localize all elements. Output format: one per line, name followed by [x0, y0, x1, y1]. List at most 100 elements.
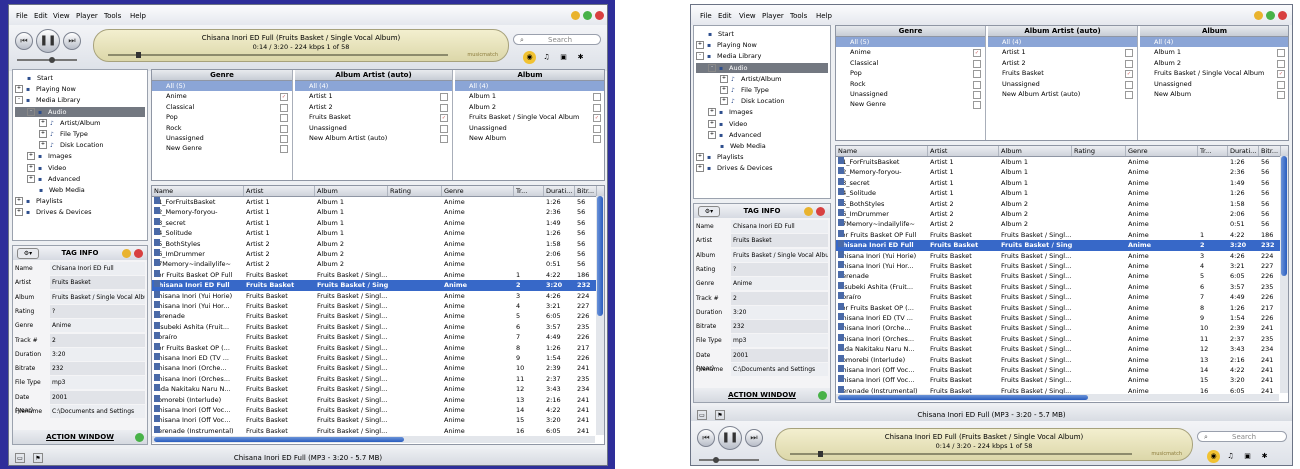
browser-item[interactable]: Rock [836, 79, 985, 89]
checkbox[interactable]: ✓ [440, 114, 448, 123]
vertical-scrollbar[interactable] [596, 196, 604, 435]
tree-item[interactable]: ▪ Web Media [15, 185, 145, 195]
table-row[interactable]: Tada Nakitaku Naru N... Fruits Basket Frui… [152, 384, 598, 394]
maximize-button[interactable] [1266, 11, 1275, 20]
browser-item[interactable]: Classical [152, 102, 292, 112]
horizontal-scrollbar[interactable] [152, 436, 595, 443]
tree-item[interactable]: + ♪ File Type [15, 129, 145, 139]
table-row[interactable]: Chisana Inori (Yui Horie) Fruits Basket Fr… [836, 250, 1282, 261]
expand-toggle-icon[interactable]: + [720, 86, 728, 94]
checkbox[interactable] [593, 134, 601, 143]
browser-item[interactable]: Artist 2 [988, 58, 1137, 68]
expand-toggle-icon[interactable]: + [720, 97, 728, 106]
checkbox[interactable] [280, 124, 288, 133]
tree-item[interactable]: + ♪ Disk Location [15, 140, 145, 150]
flag-icon[interactable]: ⚑ [33, 453, 43, 463]
panel-toggle-icon[interactable]: ▭ [697, 410, 707, 420]
expand-toggle-icon[interactable]: + [39, 141, 47, 150]
browser-item[interactable]: Artist 1 [295, 91, 452, 102]
scroll-thumb[interactable] [597, 196, 603, 316]
expand-toggle-icon[interactable]: + [696, 41, 704, 50]
tag-field-value[interactable]: Anime [50, 319, 145, 333]
tree-item[interactable]: + ▪ Playlists [15, 196, 145, 206]
checkbox[interactable]: ✓ [593, 114, 601, 123]
table-row[interactable]: Chisana Inori ED Full Fruits Basket Fruits… [836, 240, 1282, 251]
column-header-3[interactable]: Rating [388, 186, 442, 196]
tag-field-value[interactable]: 3:20 [731, 305, 828, 319]
table-row[interactable]: Chisana Inori (Yui Hor... Fruits Basket Fr… [836, 261, 1282, 271]
browser-item[interactable]: Pop [152, 112, 292, 123]
column-header-6[interactable]: Durati... [1228, 146, 1259, 156]
tree-item[interactable]: + ▪ Drives & Devices [696, 163, 828, 173]
browser-item[interactable]: Fruits Basket / Single Vocal Album ✓ [455, 112, 604, 123]
column-header-7[interactable]: Bitr... [575, 186, 597, 196]
settings-icon[interactable]: ✱ [1258, 450, 1271, 463]
table-row[interactable]: 06_ImDrummer Artist 2 Album 2 Anime 2:06 56 [152, 249, 598, 259]
table-row[interactable]: Chisana Inori (Off Voc... Fruits Basket Fr… [836, 375, 1282, 385]
tree-item[interactable]: + ▪ Images [15, 151, 145, 161]
column-header[interactable]: Album Artist (auto) [988, 26, 1137, 37]
browser-item[interactable]: Unassigned [152, 133, 292, 143]
tree-item[interactable]: ▪ Start [15, 73, 145, 83]
browser-item[interactable]: Unassigned [295, 123, 452, 133]
table-row[interactable]: Chisana Inori (Off Voc... Fruits Basket Fr… [152, 405, 598, 415]
close-button[interactable] [595, 11, 604, 20]
tree-item[interactable]: ▪ Web Media [696, 141, 828, 151]
browser-item[interactable]: Unassigned [1140, 79, 1288, 89]
table-row[interactable]: Soraíro Fruits Basket Fruits Basket / Sing… [152, 332, 598, 342]
expand-toggle-icon[interactable]: + [39, 130, 47, 138]
tag-field-value[interactable]: 2001 [50, 390, 145, 404]
tree-item[interactable]: + ▪ Playing Now [696, 40, 828, 50]
tag-field-value[interactable]: 2001 [731, 348, 828, 362]
checkbox[interactable]: ✓ [1125, 70, 1133, 79]
tree-item[interactable]: - ▪ Media Library [15, 95, 145, 105]
column-header-4[interactable]: Genre [1126, 146, 1198, 156]
checkbox[interactable] [1277, 59, 1285, 68]
previous-button[interactable]: ⏮ [15, 32, 33, 50]
tag-field-value[interactable]: Fruits Basket / Single Vocal Album [50, 290, 145, 304]
minimize-button[interactable] [571, 11, 580, 20]
maximize-button[interactable] [583, 11, 592, 20]
browser-item[interactable]: Classical [836, 58, 985, 68]
tag-field-value[interactable]: mp3 [50, 376, 145, 390]
expand-toggle-icon[interactable]: + [15, 208, 23, 217]
expand-toggle-icon[interactable]: + [696, 164, 704, 173]
music-note-icon[interactable]: ♫ [1224, 450, 1237, 463]
table-row[interactable]: Tada Nakitaku Naru N... Fruits Basket Frui… [836, 344, 1282, 354]
menu-help[interactable]: Help [816, 12, 832, 20]
next-button[interactable]: ⏭ [745, 429, 763, 447]
browser-item[interactable]: Album 2 [455, 102, 604, 112]
expand-toggle-icon[interactable]: + [696, 153, 704, 162]
scroll-thumb[interactable] [154, 437, 404, 442]
table-row[interactable]: For Fruits Basket OP (... Fruits Basket Fr… [836, 302, 1282, 313]
column-header[interactable]: Album [1140, 26, 1288, 37]
scroll-thumb[interactable] [838, 395, 1088, 400]
tree-item[interactable]: + ▪ Video [15, 163, 145, 173]
expand-toggle-icon[interactable]: + [720, 74, 728, 83]
tag-field-value[interactable]: Chisana Inori ED Full [50, 262, 145, 275]
checkbox[interactable]: ✓ [280, 93, 288, 102]
menu-edit[interactable]: Edit [718, 12, 732, 20]
seek-knob[interactable] [136, 52, 141, 58]
tag-field-value[interactable]: mp3 [731, 334, 828, 348]
table-row[interactable]: Chisana Inori (Yui Horie) Fruits Basket Fr… [152, 290, 598, 301]
expand-toggle-icon[interactable]: + [27, 152, 35, 161]
tag-field-value[interactable]: C:\Documents and Settings [50, 405, 145, 418]
column-header-1[interactable]: Artist [244, 186, 315, 196]
table-row[interactable]: Chisana Inori (Orche... Fruits Basket Frui… [836, 323, 1282, 333]
expand-toggle-icon[interactable]: + [708, 119, 716, 128]
tag-minimize-button[interactable] [804, 207, 813, 216]
tree-item[interactable]: + ♪ Artist/Album [696, 74, 828, 84]
table-row[interactable]: 02_Memory-foryou- Artist 1 Album 1 Anime 2:3… [836, 167, 1282, 177]
checkbox[interactable] [440, 93, 448, 102]
column-header-7[interactable]: Bitr... [1259, 146, 1281, 156]
table-row[interactable]: Soraíro Fruits Basket Fruits Basket / Sing… [836, 292, 1282, 302]
tag-field-value[interactable]: 232 [50, 362, 145, 376]
browser-item[interactable]: New Genre [836, 99, 985, 110]
menu-tools[interactable]: Tools [790, 12, 807, 20]
checkbox[interactable] [1277, 80, 1285, 89]
volume-knob[interactable] [49, 57, 55, 63]
column-header-6[interactable]: Durati... [544, 186, 575, 196]
table-row[interactable]: 04_Solitude Artist 1 Album 1 Anime 1:26 56 [836, 188, 1282, 198]
previous-button[interactable]: ⏮ [697, 429, 715, 447]
